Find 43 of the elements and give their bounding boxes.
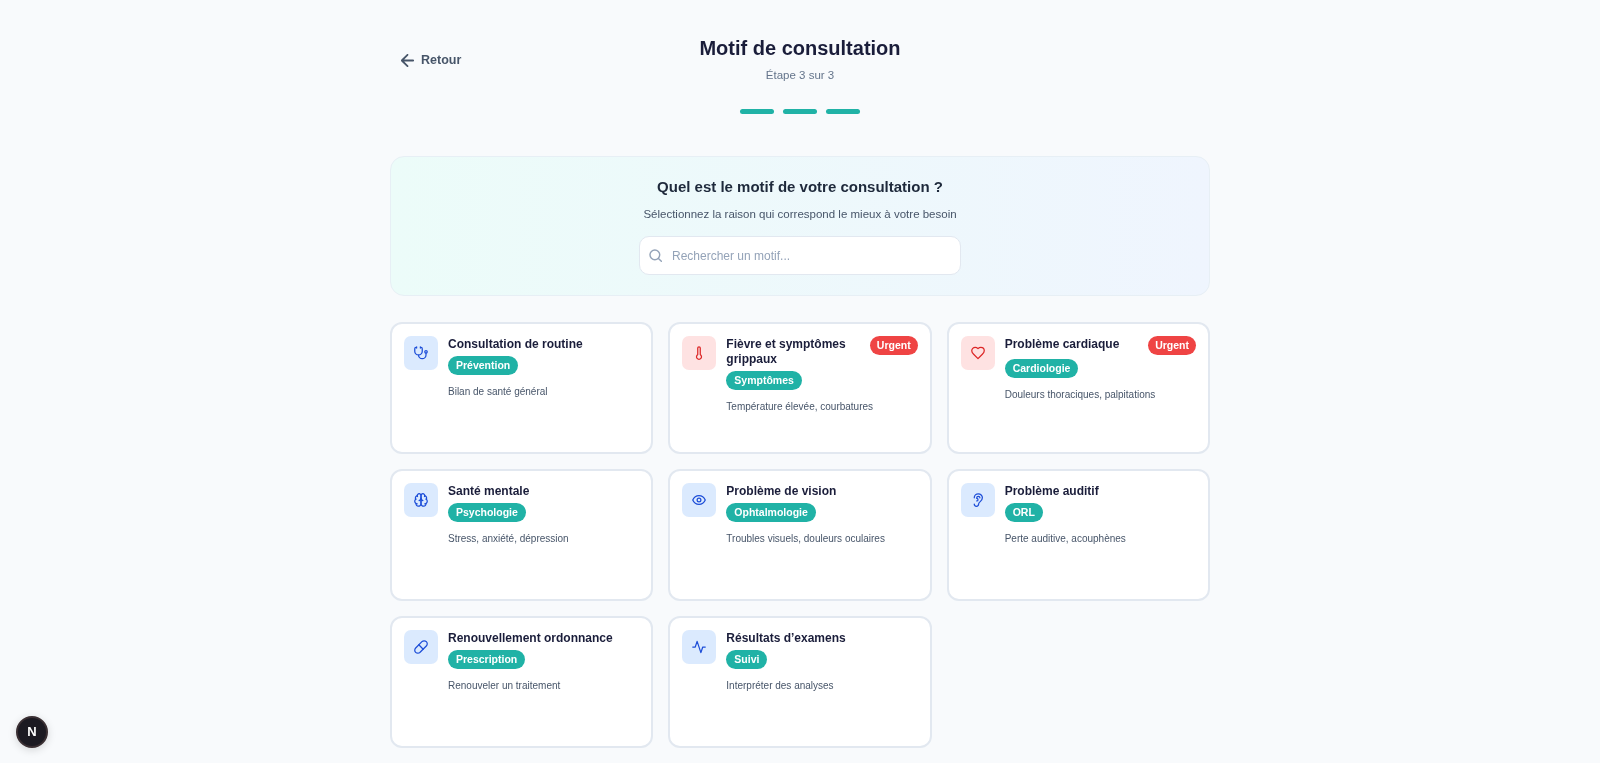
reason-card[interactable]: Santé mentale Psychologie Stress, anxiété, dépression (390, 469, 654, 601)
urgent-tag: Urgent (869, 336, 918, 355)
reason-title: Résultats d’examens (726, 631, 847, 646)
reason-title: Renouvellement ordonnance (448, 631, 614, 646)
back-link[interactable]: Retour (401, 50, 462, 70)
reason-card[interactable]: Renouvellement ordonnance Prescription Renouveler un traitement (390, 616, 654, 748)
reason-description: Troubles visuels, douleurs oculaires (726, 532, 886, 546)
reason-card[interactable]: Consultation de routine Prévention Bilan de santé général (390, 322, 654, 454)
reason-description: Bilan de santé général (448, 385, 549, 399)
reason-description: Renouveler un traitement (448, 679, 562, 693)
reason-title: Fièvre et symptômes grippaux (726, 337, 847, 367)
reason-description: Stress, anxiété, dépression (448, 532, 570, 546)
category-tag: Prévention (448, 356, 519, 375)
reason-card[interactable]: Problème auditif ORL Perte auditive, acouphènes (946, 469, 1210, 601)
category-tag: Psychologie (448, 503, 526, 522)
page-title: Motif de consultation (699, 36, 901, 60)
reason-card[interactable]: Problème de vision Ophtalmologie Troubles visuels, douleurs oculaires (668, 469, 932, 601)
reason-title: Problème auditif (1004, 484, 1100, 499)
reason-card[interactable]: Problème cardiaque Urgent Cardiologie Douleurs thoraciques, palpitations (946, 322, 1210, 454)
category-tag: Cardiologie (1004, 359, 1079, 378)
reason-description: Interpréter des analyses (726, 679, 835, 693)
dev-tools-button[interactable]: N (16, 716, 48, 748)
reason-description: Perte auditive, acouphènes (1004, 532, 1127, 546)
reason-title: Problème de vision (726, 484, 838, 499)
step-indicator: Étape 3 sur 3 (764, 68, 836, 83)
reason-title: Santé mentale (448, 484, 531, 499)
search-field[interactable]: Rechercher un motif... (639, 236, 961, 275)
reason-card[interactable]: Fièvre et symptômes grippaux Urgent Symptômes Température élevée, courbatures (668, 322, 932, 454)
category-tag: Ophtalmologie (726, 503, 816, 522)
question-subheading: Sélectionnez la raison qui correspond le mieux à votre besoin (642, 207, 958, 222)
category-tag: ORL (1004, 503, 1043, 522)
question-heading: Quel est le motif de votre consultation ? (656, 177, 944, 197)
reason-description: Température élevée, courbatures (726, 400, 875, 414)
reason-title: Problème cardiaque (1004, 337, 1121, 352)
urgent-tag: Urgent (1148, 336, 1196, 355)
category-tag: Symptômes (726, 371, 802, 390)
reason-description: Douleurs thoraciques, palpitations (1004, 388, 1157, 402)
reason-card[interactable]: Résultats d’examens Suivi Interpréter des analyses (668, 616, 932, 748)
search-icon (649, 249, 662, 262)
category-tag: Suivi (726, 650, 768, 669)
category-tag: Prescription (448, 650, 526, 669)
arrow-left-icon (401, 53, 414, 67)
reason-title: Consultation de routine (448, 337, 584, 352)
